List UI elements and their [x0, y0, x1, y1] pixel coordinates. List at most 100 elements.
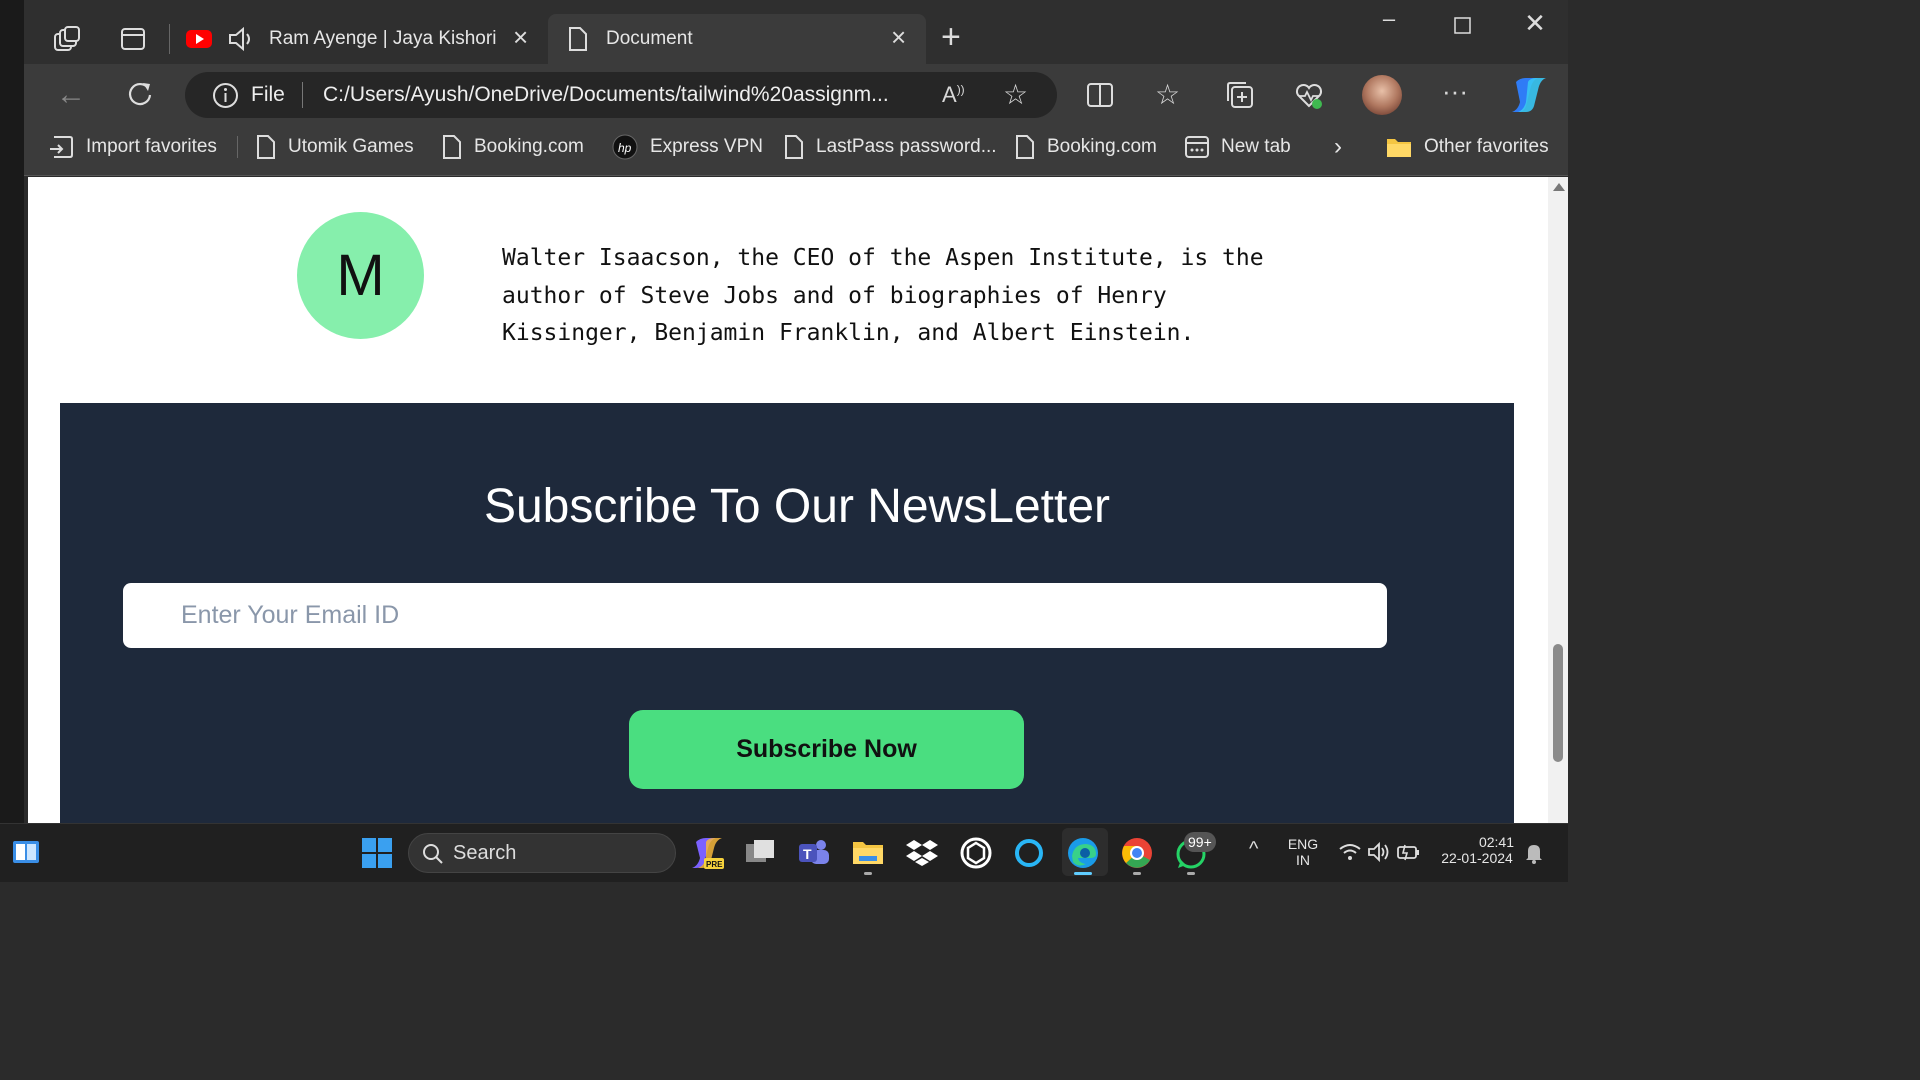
svg-text:T: T: [803, 846, 812, 862]
page-scrollbar[interactable]: [1548, 177, 1568, 823]
chatgpt-icon[interactable]: [959, 836, 993, 870]
battery-icon[interactable]: [1396, 842, 1422, 862]
favorite-booking-1[interactable]: Booking.com: [442, 132, 584, 162]
teams-icon[interactable]: T: [797, 836, 831, 870]
document-icon: [569, 27, 587, 51]
search-icon: [423, 844, 443, 864]
maximize-button[interactable]: [1454, 17, 1472, 35]
refresh-icon[interactable]: [126, 80, 154, 108]
start-icon[interactable]: [360, 836, 394, 870]
favorite-label: Express VPN: [650, 136, 763, 157]
info-icon[interactable]: [212, 82, 239, 109]
notification-badge: 99+: [1184, 832, 1216, 852]
scroll-up-arrow[interactable]: [1553, 183, 1565, 191]
chevron-up-icon[interactable]: ^: [1249, 838, 1258, 861]
active-indicator: [1074, 872, 1092, 875]
svg-text:PRE: PRE: [706, 860, 723, 869]
widgets-icon[interactable]: [10, 836, 44, 870]
clock[interactable]: 02:41 22-01-2024: [1434, 834, 1520, 866]
taskbar: [0, 823, 1568, 882]
running-indicator: [1187, 872, 1195, 875]
favorite-utomik[interactable]: Utomik Games: [256, 132, 414, 162]
taskbar-search[interactable]: Search: [408, 833, 676, 873]
close-tab-icon[interactable]: ×: [891, 24, 906, 50]
email-input[interactable]: [123, 583, 1387, 648]
workspaces-icon[interactable]: [53, 26, 81, 52]
other-favorites-label: Other favorites: [1424, 136, 1549, 157]
folder-icon: [1387, 139, 1411, 157]
close-window-button[interactable]: ✕: [1515, 8, 1555, 39]
back-icon[interactable]: ←: [56, 78, 86, 112]
cortana-icon[interactable]: [1012, 836, 1046, 870]
page-icon: [1016, 135, 1034, 159]
profile-avatar[interactable]: [1362, 75, 1402, 115]
import-icon: [50, 136, 73, 158]
clock-time: 02:41: [1478, 834, 1514, 850]
favorite-label: Utomik Games: [288, 136, 414, 157]
copilot-icon[interactable]: [1508, 76, 1550, 114]
page-icon: [443, 135, 461, 159]
newsletter-section: Subscribe To Our NewsLetter Subscribe No…: [60, 403, 1514, 823]
vertical-tabs-icon[interactable]: [120, 27, 146, 51]
svg-text:hp: hp: [618, 141, 632, 155]
browser-essentials-icon[interactable]: [1294, 82, 1324, 110]
newtab-icon: [1185, 136, 1209, 158]
favorites-separator: [237, 136, 238, 158]
favorite-label: Booking.com: [1047, 136, 1157, 157]
favorite-star-icon[interactable]: ☆: [1003, 78, 1028, 111]
favorites-icon[interactable]: ☆: [1155, 78, 1180, 111]
subscribe-button[interactable]: Subscribe Now: [629, 710, 1024, 789]
author-bio: Walter Isaacson, the CEO of the Aspen In…: [502, 245, 1264, 346]
language-code: ENG: [1287, 836, 1319, 852]
region-code: IN: [1296, 852, 1310, 868]
window-edge: [0, 0, 24, 830]
notification-bell-icon[interactable]: [1524, 842, 1544, 864]
chevron-right-icon[interactable]: ›: [1334, 132, 1342, 162]
scheme-label: File: [251, 83, 285, 106]
close-tab-icon[interactable]: ×: [513, 24, 528, 50]
favorite-booking-2[interactable]: Booking.com: [1015, 132, 1157, 162]
scrollbar-thumb[interactable]: [1553, 644, 1563, 762]
favorite-new-tab[interactable]: New tab: [1185, 132, 1291, 162]
dropbox-icon[interactable]: [905, 836, 939, 870]
read-aloud-icon[interactable]: A)): [942, 82, 965, 108]
favorite-lastpass[interactable]: LastPass password...: [784, 132, 997, 162]
page-viewport: M Walter Isaacson, the CEO of the Aspen …: [28, 177, 1548, 823]
search-label: Search: [453, 842, 517, 864]
favorite-import[interactable]: Import favorites: [48, 132, 217, 162]
favorite-express-vpn[interactable]: hp Express VPN: [612, 132, 763, 162]
volume-icon[interactable]: [1367, 841, 1391, 863]
more-options-icon[interactable]: ···: [1442, 76, 1468, 107]
tab-document[interactable]: Document ×: [548, 14, 926, 64]
page-icon: [257, 135, 275, 159]
favorite-label: Import favorites: [86, 136, 217, 157]
wifi-icon[interactable]: [1338, 842, 1362, 862]
new-tab-button[interactable]: +: [941, 20, 961, 54]
collections-icon[interactable]: [1226, 81, 1254, 109]
other-favorites[interactable]: Other favorites: [1386, 132, 1549, 162]
tab-youtube[interactable]: Ram Ayenge | Jaya Kishori | ×: [176, 14, 546, 64]
page-icon: [785, 135, 803, 159]
youtube-icon: [186, 30, 212, 48]
minimize-button[interactable]: –: [1369, 6, 1409, 32]
address-separator: [302, 82, 303, 108]
running-indicator: [864, 872, 872, 875]
tab-label: Document: [606, 28, 693, 49]
tab-label: Ram Ayenge | Jaya Kishori |: [269, 28, 499, 49]
favorite-label: LastPass password...: [816, 136, 997, 157]
edge-icon[interactable]: [1066, 836, 1100, 870]
tab-separator: [169, 24, 170, 54]
speaker-icon[interactable]: [227, 26, 255, 52]
running-indicator: [1133, 872, 1141, 875]
chrome-icon[interactable]: [1120, 836, 1154, 870]
favorite-label: Booking.com: [474, 136, 584, 157]
hp-icon: hp: [612, 134, 638, 160]
language-indicator[interactable]: ENG IN: [1283, 836, 1323, 868]
url-text[interactable]: C:/Users/Ayush/OneDrive/Documents/tailwi…: [323, 83, 889, 107]
task-view-icon[interactable]: [744, 836, 778, 870]
newsletter-title: Subscribe To Our NewsLetter: [483, 480, 1111, 533]
copilot-pre-icon[interactable]: PRE: [690, 836, 724, 870]
file-explorer-icon[interactable]: [851, 836, 885, 870]
split-screen-icon[interactable]: [1086, 82, 1114, 108]
clock-date: 22-01-2024: [1441, 850, 1513, 866]
